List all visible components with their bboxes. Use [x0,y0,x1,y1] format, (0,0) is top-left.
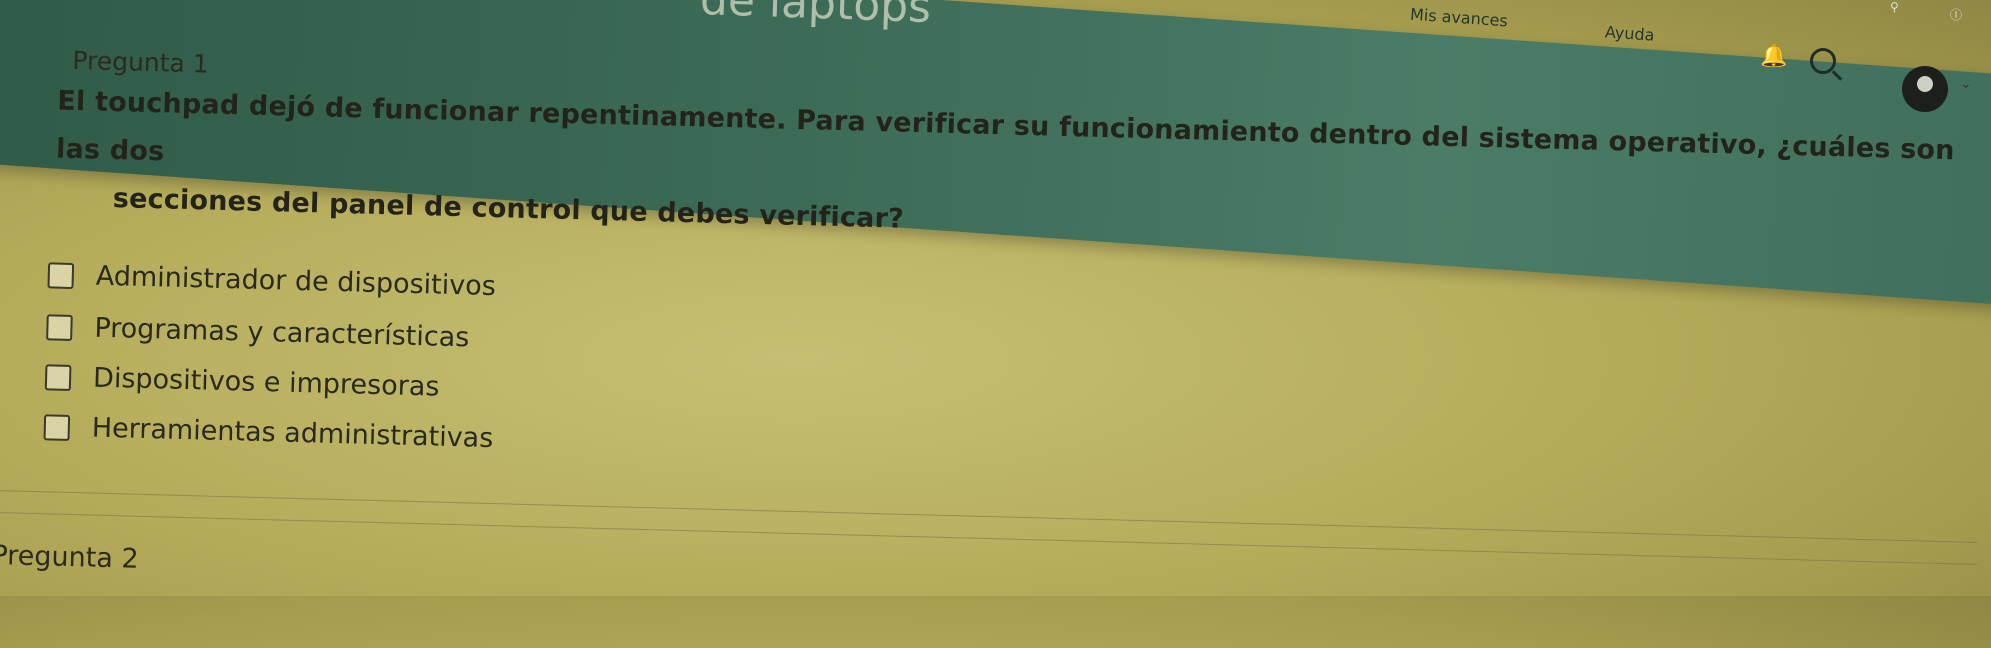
info-icon[interactable]: Ⓘ [1950,6,1962,23]
question-text-line2: secciones del panel de control que debes… [112,183,905,235]
option-label: Dispositivos e impresoras [92,362,440,403]
option-programas-y-caracteristicas[interactable]: Programas y características [46,311,470,353]
checkbox-icon[interactable] [43,413,71,441]
question-text: El touchpad dejó de funcionar repentinam… [54,78,1957,272]
option-herramientas-administrativas[interactable]: Herramientas administrativas [43,411,494,455]
divider [0,511,1977,565]
option-administrador-de-dispositivos[interactable]: Administrador de dispositivos [47,259,496,302]
question-label-2: Pregunta 2 [0,539,139,575]
checkbox-icon[interactable] [46,313,73,341]
question-label: Pregunta 1 [72,45,210,79]
checkbox-icon[interactable] [47,261,75,289]
option-dispositivos-e-impresoras[interactable]: Dispositivos e impresoras [44,361,440,403]
quiz-content: Pregunta 1 El touchpad dejó de funcionar… [0,0,1990,648]
question-text-line1: El touchpad dejó de funcionar repentinam… [55,85,1956,168]
option-label: Administrador de dispositivos [95,260,497,303]
checkbox-icon[interactable] [44,363,72,391]
small-top-icon[interactable]: ⚲ [1890,0,1899,14]
option-label: Programas y características [94,312,470,354]
nav-link-progress[interactable]: Mis avances [1409,5,1508,31]
divider [0,489,1978,543]
option-label: Herramientas administrativas [91,412,494,455]
